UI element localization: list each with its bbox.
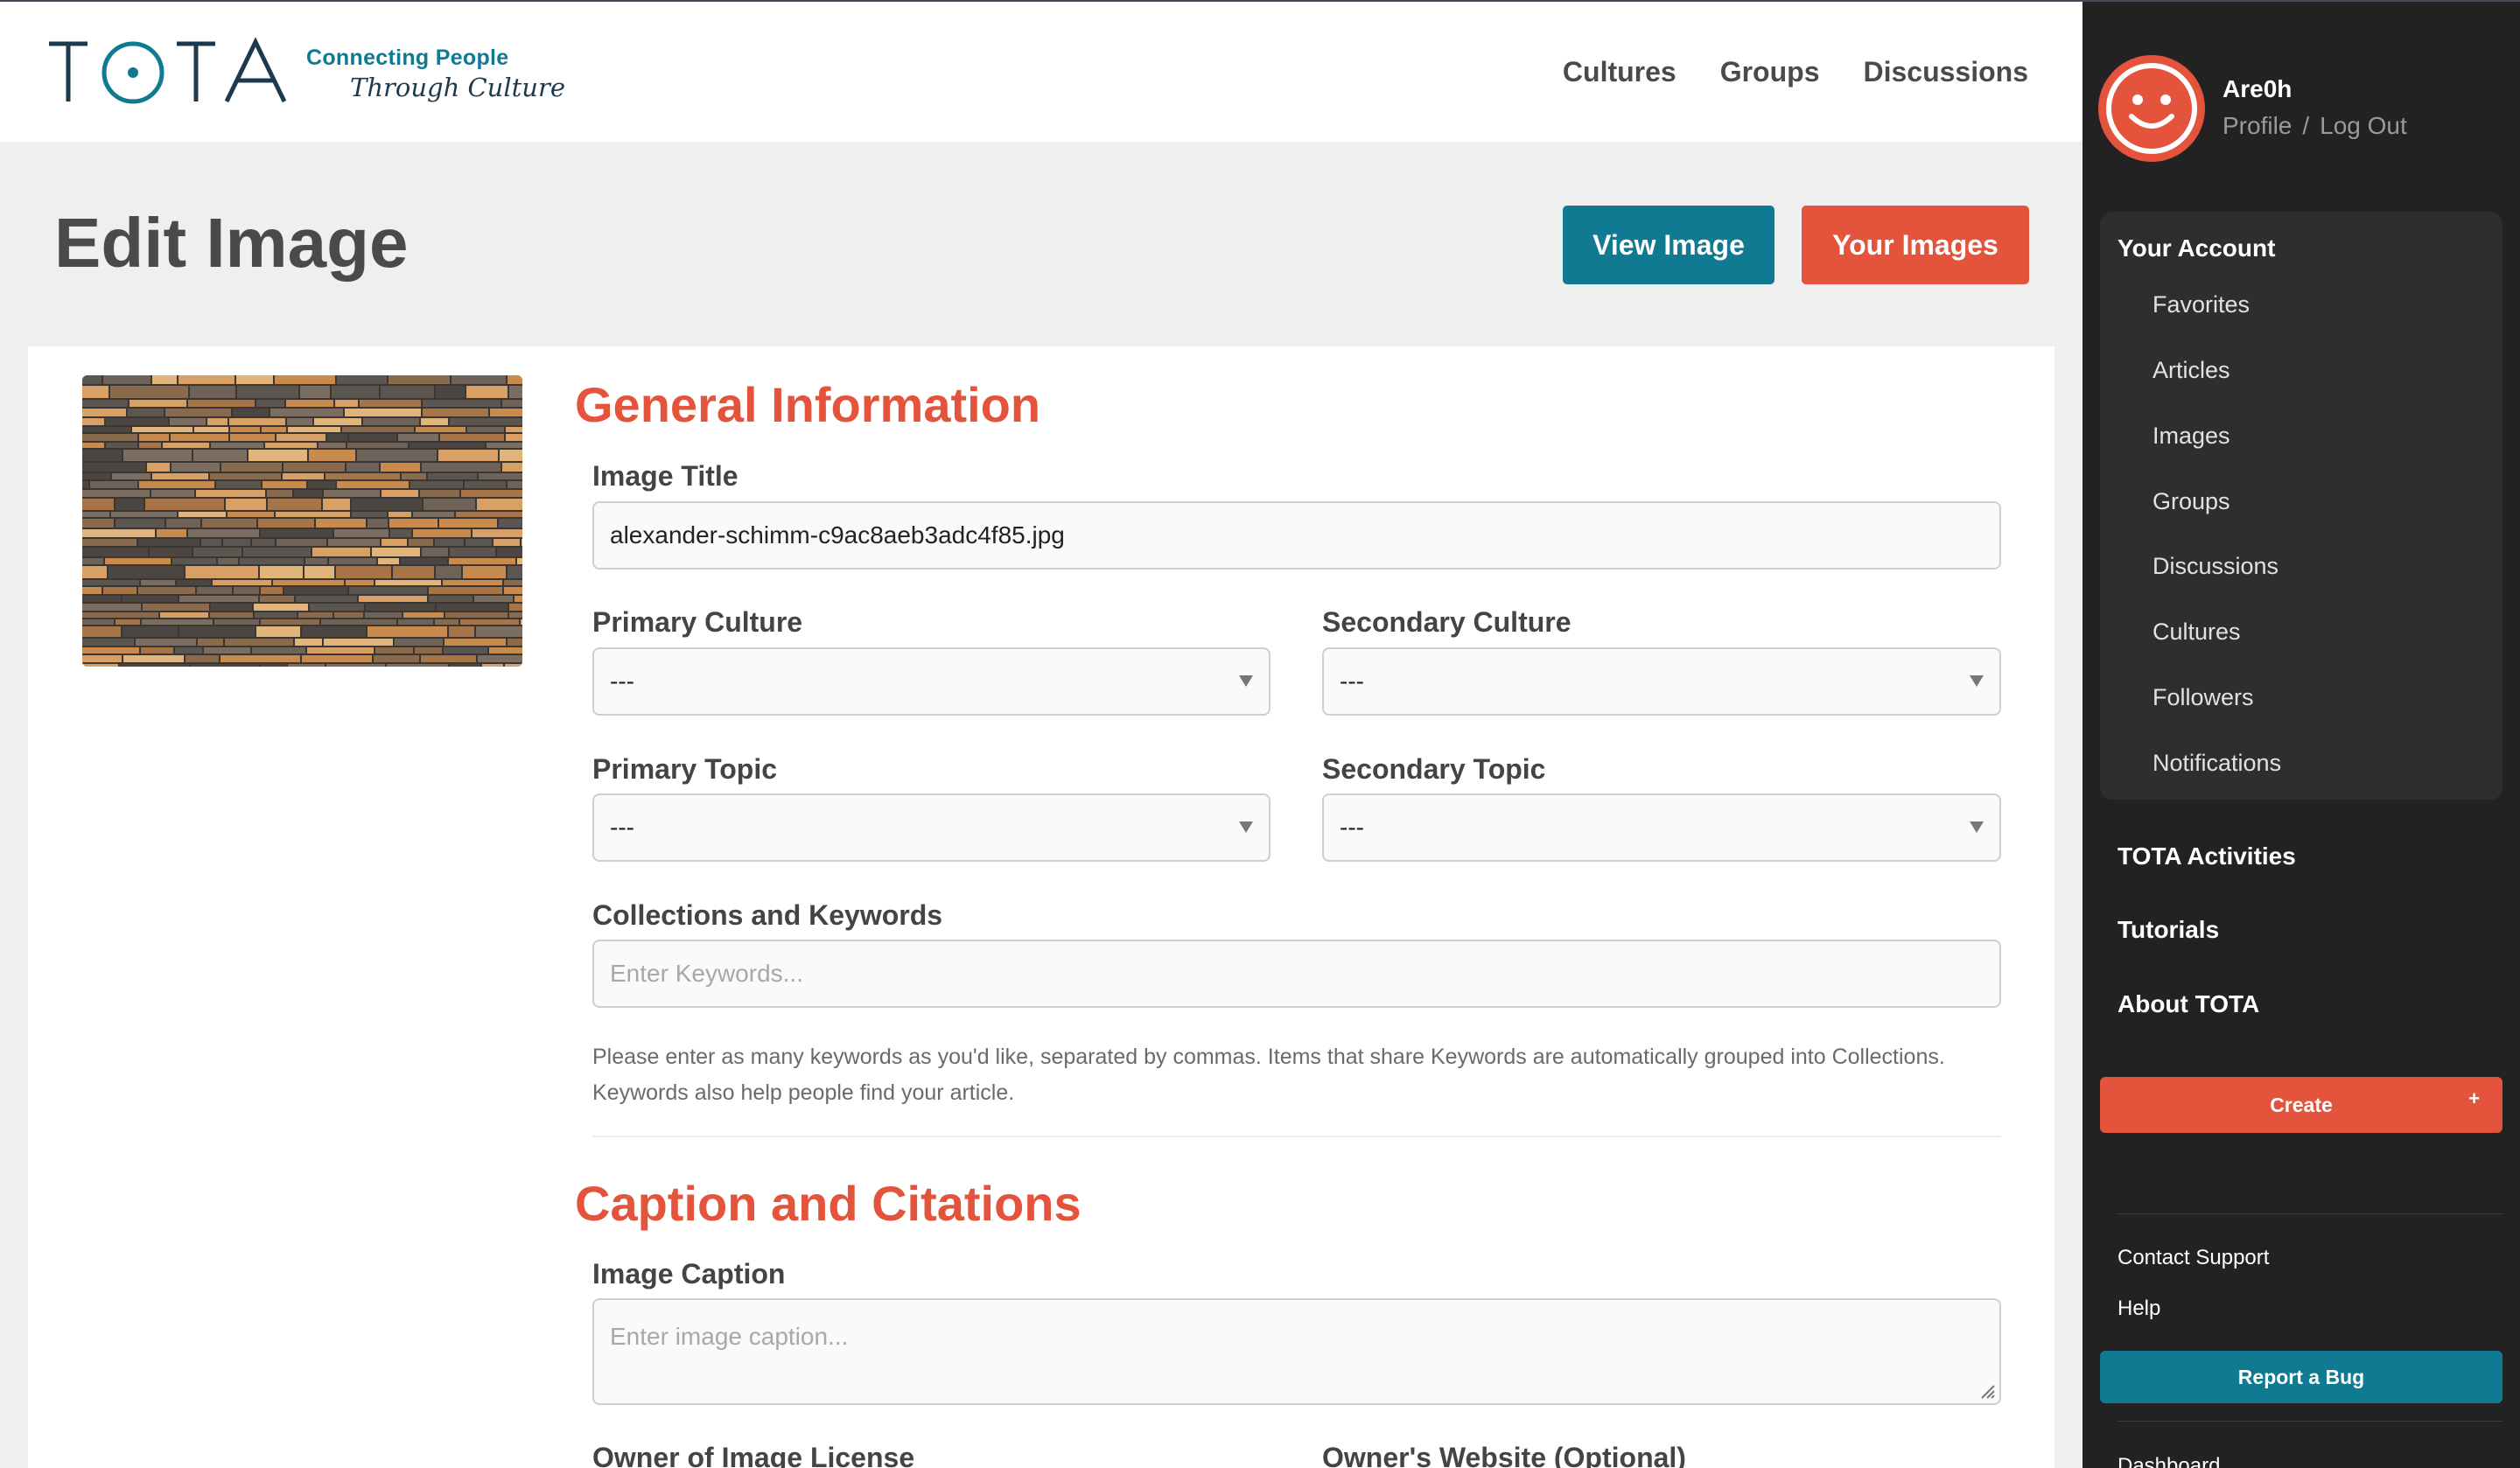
sidebar-link-tutorials[interactable]: Tutorials [2118,916,2219,944]
link-separator: / [2302,112,2310,139]
chevron-down-icon [1970,821,1984,833]
sidebar-item-followers[interactable]: Followers [2152,684,2254,711]
your-account-title[interactable]: Your Account [2118,234,2275,262]
primary-culture-label: Primary Culture [592,606,803,638]
sidebar-item-articles[interactable]: Articles [2152,357,2230,384]
keywords-placeholder: Enter Keywords... [610,960,803,987]
resize-handle-icon[interactable] [1977,1381,1996,1400]
keywords-input[interactable]: Enter Keywords... [592,940,2001,1008]
primary-topic-select[interactable]: --- [592,793,1270,862]
chevron-down-icon [1239,675,1253,687]
nav-discussions[interactable]: Discussions [1863,56,2028,88]
image-title-label: Image Title [592,460,738,492]
your-images-button[interactable]: Your Images [1802,206,2029,284]
keywords-help-line2: Keywords also help people find your arti… [592,1080,1015,1105]
image-title-value: alexander-schimm-c9ac8aeb3adc4f85.jpg [610,521,1065,549]
secondary-culture-value: --- [1340,668,1364,695]
primary-topic-label: Primary Topic [592,753,778,785]
owner-license-label: Owner of Image License [592,1442,915,1468]
sidebar-item-groups[interactable]: Groups [2152,488,2230,515]
profile-link[interactable]: Profile [2222,112,2292,139]
nav-groups[interactable]: Groups [1720,56,1820,88]
secondary-culture-label: Secondary Culture [1322,606,1572,638]
sidebar-divider [2118,1213,2502,1214]
nav-cultures[interactable]: Cultures [1563,56,1676,88]
report-bug-button[interactable]: Report a Bug [2100,1351,2502,1403]
image-caption-label: Image Caption [592,1258,786,1290]
owner-website-label: Owner's Website (Optional) [1322,1442,1686,1468]
tota-logo[interactable] [47,37,297,107]
help-link[interactable]: Help [2118,1297,2160,1321]
contact-support-link[interactable]: Contact Support [2118,1246,2269,1270]
primary-topic-value: --- [610,814,634,841]
primary-culture-value: --- [610,668,634,695]
sidebar-item-favorites[interactable]: Favorites [2152,291,2250,318]
primary-culture-select[interactable]: --- [592,647,1270,716]
secondary-culture-select[interactable]: --- [1322,647,2001,716]
top-nav: Cultures Groups Discussions [1563,56,2028,88]
plus-icon: + [2468,1087,2480,1109]
secondary-topic-select[interactable]: --- [1322,793,2001,862]
keywords-help-text: Please enter as many keywords as you'd l… [592,1039,2010,1111]
secondary-topic-label: Secondary Topic [1322,753,1546,785]
site-header: Connecting People Through Culture Cultur… [0,2,2082,142]
image-caption-textarea[interactable]: Enter image caption... [592,1298,2001,1405]
image-thumbnail [82,375,522,667]
chevron-down-icon [1970,675,1984,687]
sidebar-link-about-tota[interactable]: About TOTA [2118,990,2259,1018]
image-title-input[interactable]: alexander-schimm-c9ac8aeb3adc4f85.jpg [592,501,2001,570]
sidebar-item-images[interactable]: Images [2152,423,2230,450]
create-label: Create [2270,1093,2333,1116]
secondary-topic-value: --- [1340,814,1364,841]
dashboard-link[interactable]: Dashboard [2118,1454,2220,1468]
username: Are0h [2222,75,2292,102]
general-information-heading: General Information [575,377,1041,432]
section-divider [592,1136,2001,1137]
sidebar-item-cultures[interactable]: Cultures [2152,619,2241,646]
sidebar-item-discussions[interactable]: Discussions [2152,553,2278,580]
caption-citations-heading: Caption and Citations [575,1176,1082,1231]
sidebar-link-tota-activities[interactable]: TOTA Activities [2118,842,2296,870]
avatar-smiley-icon[interactable] [2098,55,2205,162]
keywords-label: Collections and Keywords [592,899,943,931]
view-image-button[interactable]: View Image [1563,206,1774,284]
sidebar-divider [2118,1421,2502,1422]
chevron-down-icon [1239,821,1253,833]
sidebar-item-notifications[interactable]: Notifications [2152,750,2281,777]
user-links: Profile / Log Out [2222,112,2418,140]
logout-link[interactable]: Log Out [2320,112,2407,139]
create-button[interactable]: Create + [2100,1077,2502,1133]
keywords-help-line1: Please enter as many keywords as you'd l… [592,1045,1945,1069]
image-caption-placeholder: Enter image caption... [610,1323,849,1350]
tagline-line2: Through Culture [350,73,565,102]
tagline-line1: Connecting People [306,45,509,70]
tagline: Connecting People Through Culture [306,45,565,102]
page-title: Edit Image [54,204,409,282]
